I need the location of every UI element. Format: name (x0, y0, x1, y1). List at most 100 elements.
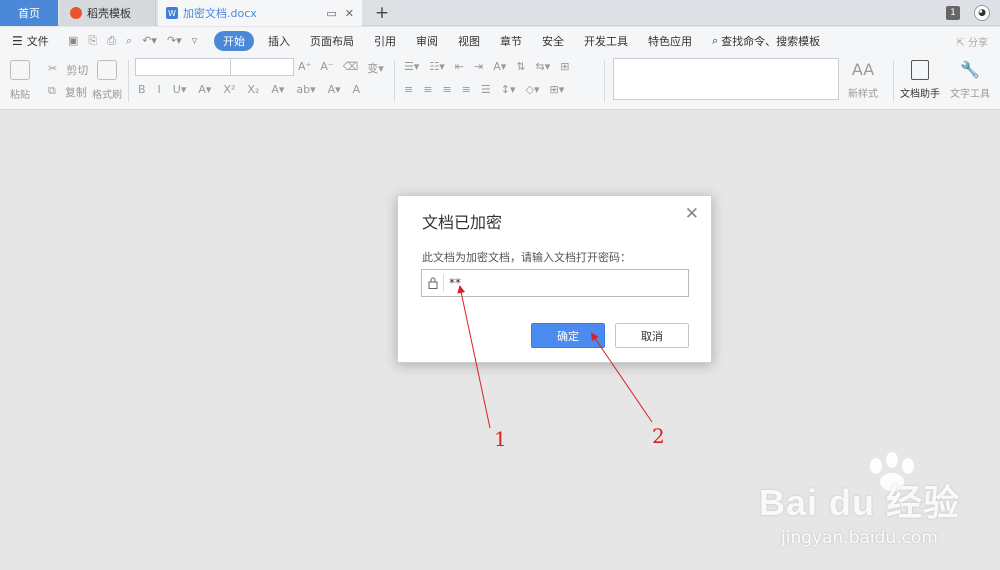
menu-item-special[interactable]: 特色应用 (638, 33, 702, 49)
close-tab-icon[interactable]: ✕ (345, 7, 354, 20)
menu-item-view[interactable]: 视图 (448, 33, 490, 49)
tab-document[interactable]: W 加密文档.docx ▭ ✕ (158, 0, 362, 26)
char-border-icon[interactable]: A (353, 83, 361, 96)
menu-bar: ☰ 文件 ▣ ⎘ ⎙ ⌕ ↶▾ ↷▾ ▿ 开始 插入 页面布局 引用 审阅 视图… (0, 27, 1000, 54)
bold-icon[interactable]: B (138, 83, 146, 96)
window-count-badge[interactable]: 1 (946, 6, 960, 20)
menu-item-security[interactable]: 安全 (532, 33, 574, 49)
font-style-tools: B I U▾ A▾ X² X₂ A▾ ab▾ A▾ A (138, 83, 360, 96)
undo-icon[interactable]: ↶▾ (142, 34, 157, 48)
lock-icon (422, 274, 444, 292)
shading-icon[interactable]: ◇▾ (526, 83, 540, 96)
font-color-icon[interactable]: A▾ (328, 83, 341, 96)
font-family-select[interactable] (135, 58, 231, 76)
menu-item-section[interactable]: 章节 (490, 33, 532, 49)
superscript-icon[interactable]: X² (223, 83, 235, 96)
table-border-icon[interactable]: ⊞ (560, 60, 569, 73)
customize-dropdown-icon[interactable]: ▿ (192, 34, 198, 48)
decrease-indent-icon[interactable]: ⇤ (455, 60, 464, 73)
bullet-list-icon[interactable]: ☰▾ (404, 60, 419, 73)
align-right-icon[interactable]: ≡ (442, 83, 451, 96)
daoke-logo-icon (70, 7, 82, 19)
menu-item-page-layout[interactable]: 页面布局 (300, 33, 364, 49)
font-color-a-icon[interactable]: A▾ (198, 83, 211, 96)
menu-item-developer[interactable]: 开发工具 (574, 33, 638, 49)
text-tool-button[interactable]: 🔧 文字工具 (950, 60, 990, 100)
share-icon: ⇱ (956, 38, 965, 49)
quick-access-toolbar: ▣ ⎘ ⎙ ⌕ ↶▾ ↷▾ ▿ (60, 34, 210, 48)
distribute-icon[interactable]: ☰ (481, 83, 491, 96)
avatar-icon[interactable]: ◕ (974, 5, 990, 21)
show-marks-icon[interactable]: ⇆▾ (535, 60, 550, 73)
clear-format-icon[interactable]: ⌫ (343, 60, 359, 76)
password-dialog: 文档已加密 ✕ 此文档为加密文档，请输入文档打开密码： 确定 取消 (397, 195, 712, 363)
cancel-button[interactable]: 取消 (615, 323, 689, 348)
cut-button[interactable]: ✂ 剪切 (48, 62, 88, 78)
dialog-message: 此文档为加密文档，请输入文档打开密码： (422, 251, 631, 264)
paragraph-tools-bottom: ≡ ≡ ≡ ≡ ☰ ↕▾ ◇▾ ⊞▾ (404, 83, 564, 96)
new-style-button[interactable]: AA 新样式 (848, 60, 878, 100)
command-search[interactable]: ⌕ 查找命令、搜索模板 (712, 33, 820, 49)
subscript-icon[interactable]: X₂ (247, 83, 259, 96)
share-button[interactable]: ⇱ 分享 (956, 34, 988, 49)
shrink-font-icon[interactable]: A⁻ (320, 60, 333, 76)
style-gallery[interactable] (613, 58, 839, 100)
line-spacing-icon[interactable]: ↕▾ (501, 83, 516, 96)
watermark-logo: Bai du 经验 (758, 482, 960, 523)
underline-icon[interactable]: U▾ (173, 83, 187, 96)
password-field (421, 269, 689, 297)
file-menu[interactable]: ☰ 文件 (0, 33, 60, 49)
print-preview-icon[interactable]: ⌕ (126, 34, 132, 48)
wrench-icon: 🔧 (960, 60, 980, 79)
highlight-icon[interactable]: ab▾ (296, 83, 315, 96)
annotation-label-1: 1 (494, 427, 507, 451)
format-painter-button[interactable]: 格式刷 (92, 60, 122, 101)
new-style-icon: AA (851, 60, 875, 79)
font-size-select[interactable] (230, 58, 294, 76)
numbered-list-icon[interactable]: ☷▾ (429, 60, 444, 73)
align-center-icon[interactable]: ≡ (423, 83, 432, 96)
tab-home[interactable]: 首页 (0, 0, 58, 26)
text-tool-label: 文字工具 (950, 89, 990, 100)
menu-item-start[interactable]: 开始 (214, 30, 254, 51)
grow-font-icon[interactable]: A⁺ (298, 60, 311, 76)
sort-icon[interactable]: ⇅ (516, 60, 525, 73)
ok-button[interactable]: 确定 (531, 323, 605, 348)
word-doc-icon: W (166, 7, 178, 19)
annotation-label-2: 2 (652, 424, 665, 448)
doc-helper-icon (911, 60, 929, 80)
format-painter-label: 格式刷 (92, 90, 122, 101)
share-label: 分享 (968, 38, 988, 49)
phonetic-icon[interactable]: 变▾ (367, 60, 384, 76)
new-tab-button[interactable]: + (372, 0, 392, 26)
dialog-title: 文档已加密 (422, 213, 503, 232)
menu-item-insert[interactable]: 插入 (258, 33, 300, 49)
copy-button[interactable]: ⧉ 复制 (48, 84, 87, 100)
ribbon-toolbar: 粘贴 ✂ 剪切 ⧉ 复制 格式刷 A⁺ A⁻ ⌫ 变▾ B I U▾ A▾ X²… (0, 54, 1000, 110)
menu-item-references[interactable]: 引用 (364, 33, 406, 49)
print-icon[interactable]: ⎙ (107, 34, 116, 48)
save-icon[interactable]: ▣ (68, 34, 78, 48)
close-icon[interactable]: ✕ (685, 204, 699, 224)
doc-helper-label: 文档助手 (900, 89, 940, 100)
password-input[interactable] (444, 271, 688, 295)
align-left-icon[interactable]: ≡ (404, 83, 413, 96)
justify-icon[interactable]: ≡ (462, 83, 471, 96)
increase-indent-icon[interactable]: ⇥ (474, 60, 483, 73)
export-pdf-icon[interactable]: ⎘ (88, 34, 97, 48)
tab-document-label: 加密文档.docx (183, 7, 257, 20)
italic-icon[interactable]: I (158, 83, 161, 96)
paste-button[interactable]: 粘贴 (10, 60, 30, 101)
cut-label: 剪切 (66, 64, 89, 77)
menu-item-review[interactable]: 审阅 (406, 33, 448, 49)
divider (394, 60, 395, 102)
redo-icon[interactable]: ↷▾ (167, 34, 182, 48)
monitor-icon[interactable]: ▭ (326, 7, 336, 20)
text-direction-icon[interactable]: A▾ (493, 60, 506, 73)
clipboard-icon (10, 60, 30, 80)
doc-helper-button[interactable]: 文档助手 (900, 60, 940, 100)
text-effect-icon[interactable]: A▾ (271, 83, 284, 96)
borders-icon[interactable]: ⊞▾ (549, 83, 564, 96)
paste-label: 粘贴 (10, 90, 30, 101)
tab-template[interactable]: 稻壳模板 (60, 0, 156, 26)
